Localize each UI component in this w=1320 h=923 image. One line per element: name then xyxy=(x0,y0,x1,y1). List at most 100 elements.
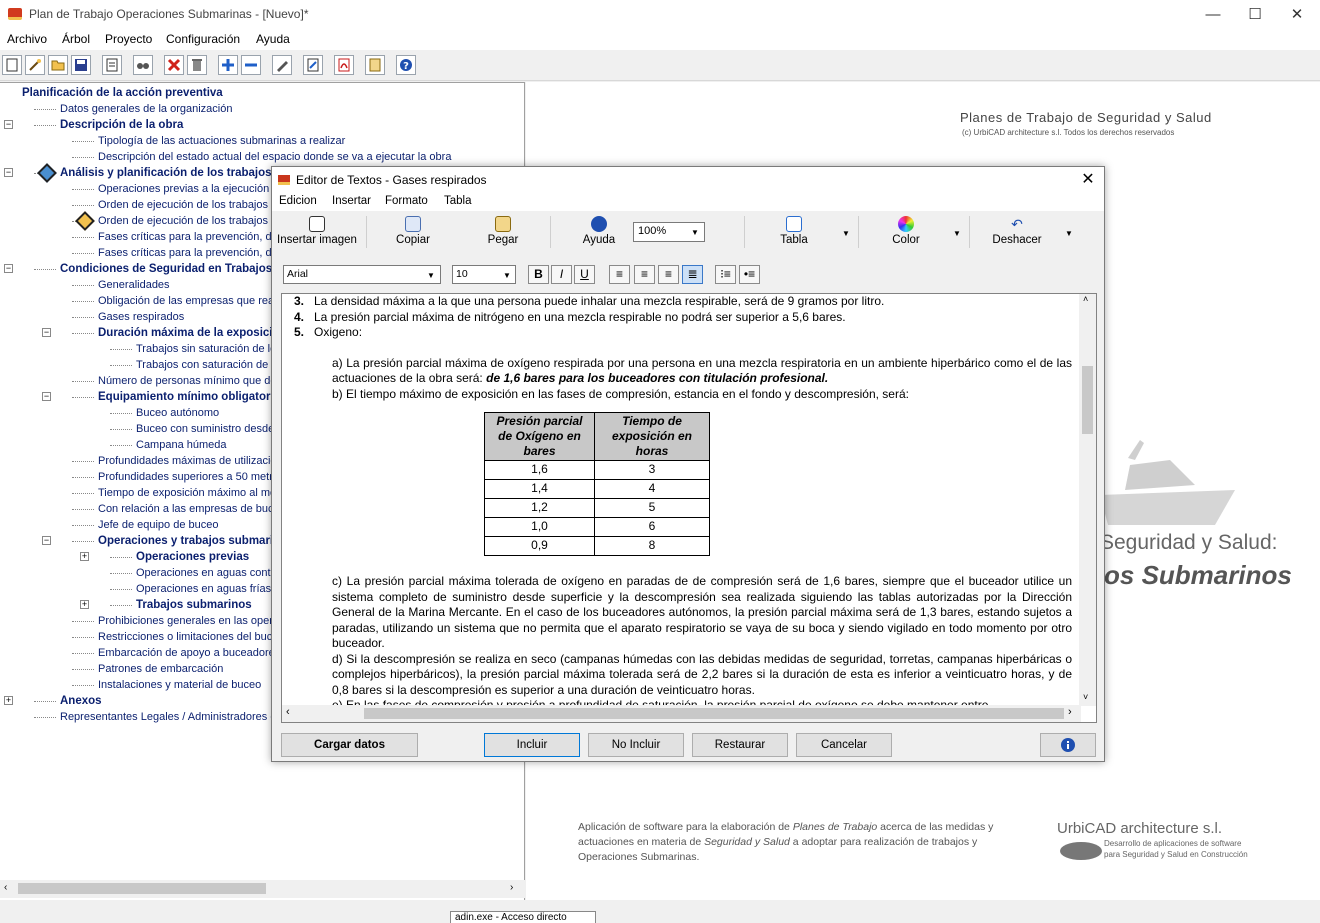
tree-item[interactable]: Fases críticas para la prevención, detal… xyxy=(98,245,298,261)
find-icon[interactable] xyxy=(133,55,153,75)
collapse-icon[interactable]: − xyxy=(4,168,13,177)
scroll-right-icon[interactable]: › xyxy=(1068,706,1072,718)
tree-item[interactable]: Operaciones y trabajos submarinos xyxy=(98,533,294,549)
size-dropdown-icon[interactable]: ▼ xyxy=(503,271,511,280)
font-dropdown-icon[interactable]: ▼ xyxy=(427,271,435,280)
tree-item[interactable]: Instalaciones y material de buceo xyxy=(98,677,261,693)
info-button[interactable] xyxy=(1040,733,1096,757)
tree-item[interactable]: Tiempo de exposición máximo al medio xyxy=(98,485,291,501)
edit-icon[interactable] xyxy=(272,55,292,75)
preview-icon[interactable] xyxy=(102,55,122,75)
tree-item[interactable]: Análisis y planificación de los trabajos xyxy=(60,165,272,181)
bullet-list-icon[interactable]: •≡ xyxy=(739,265,760,284)
maximize-button[interactable]: ☐ xyxy=(1232,0,1278,30)
collapse-icon[interactable]: − xyxy=(4,120,13,129)
menu-ayuda[interactable]: Ayuda xyxy=(256,32,290,46)
tree-item[interactable]: Planificación de la acción preventiva xyxy=(22,85,223,101)
delete-icon[interactable] xyxy=(164,55,184,75)
color-dropdown-icon[interactable]: ▼ xyxy=(953,229,961,238)
dialog-menu-tabla[interactable]: Tabla xyxy=(444,195,472,207)
editor-content[interactable]: 3. La densidad máxima a la que una person… xyxy=(290,294,1072,706)
table-dropdown-icon[interactable]: ▼ xyxy=(842,229,850,238)
tree-item[interactable]: Anexos xyxy=(60,693,102,709)
save-icon[interactable] xyxy=(71,55,91,75)
collapse-icon[interactable]: − xyxy=(42,392,51,401)
font-select[interactable]: Arial xyxy=(283,265,441,284)
table-button[interactable]: Tabla xyxy=(762,214,826,252)
tree-item[interactable]: Tipología de las actuaciones submarinas … xyxy=(98,133,345,149)
tree-item[interactable]: Embarcación de apoyo a buceadores xyxy=(98,645,280,661)
undo-dropdown-icon[interactable]: ▼ xyxy=(1065,229,1073,238)
exclude-button[interactable]: No Incluir xyxy=(588,733,684,757)
editor-horizontal-scrollbar[interactable]: ‹ › xyxy=(282,705,1081,722)
paste-button[interactable]: Pegar xyxy=(472,214,534,252)
tree-item[interactable]: Generalidades xyxy=(98,277,170,293)
collapse-icon[interactable]: − xyxy=(4,264,13,273)
expand-icon[interactable]: + xyxy=(80,600,89,609)
tree-item[interactable]: Campana húmeda xyxy=(136,437,227,453)
scroll-right-icon[interactable]: › xyxy=(510,882,513,893)
italic-button[interactable]: I xyxy=(551,265,572,284)
insert-image-button[interactable]: Insertar imagen xyxy=(274,214,360,252)
tree-item[interactable]: Patrones de embarcación xyxy=(98,661,223,677)
help-button[interactable]: Ayuda xyxy=(568,214,630,252)
undo-button[interactable]: ↶ Deshacer xyxy=(986,214,1048,252)
numbered-list-icon[interactable]: ⁝≡ xyxy=(715,265,736,284)
tree-item[interactable]: Con relación a las empresas de buceo xyxy=(98,501,286,517)
open-folder-icon[interactable] xyxy=(48,55,68,75)
dialog-menu-formato[interactable]: Formato xyxy=(385,195,428,207)
document-icon[interactable] xyxy=(365,55,385,75)
copy-button[interactable]: Copiar xyxy=(382,214,444,252)
align-justify-icon[interactable]: ≣ xyxy=(682,265,703,284)
scroll-thumb[interactable] xyxy=(1082,366,1093,434)
restore-button[interactable]: Restaurar xyxy=(692,733,788,757)
scroll-left-icon[interactable]: ‹ xyxy=(4,882,7,893)
tree-item[interactable]: Descripción del estado actual del espaci… xyxy=(98,149,451,165)
tree-item[interactable]: Buceo autónomo xyxy=(136,405,219,421)
scroll-up-icon[interactable]: ˄ xyxy=(1083,294,1088,304)
scroll-down-icon[interactable]: ˅ xyxy=(1083,692,1088,702)
wizard-icon[interactable] xyxy=(25,55,45,75)
tree-item[interactable]: Profundidades superiores a 50 metros xyxy=(98,469,285,485)
tree-item[interactable]: Representantes Legales / Administradores… xyxy=(60,709,276,725)
tree-item[interactable]: Jefe de equipo de buceo xyxy=(98,517,219,533)
dialog-menu-insertar[interactable]: Insertar xyxy=(332,195,371,207)
align-left-icon[interactable]: ≡ xyxy=(609,265,630,284)
dialog-menu-edicion[interactable]: Edicion xyxy=(279,195,317,207)
dialog-close-button[interactable]: ✕ xyxy=(1072,167,1104,193)
tree-item[interactable]: Operaciones en aguas frías xyxy=(136,581,271,597)
add-icon[interactable] xyxy=(218,55,238,75)
tree-item[interactable]: Gases respirados xyxy=(98,309,184,325)
menu-archivo[interactable]: Archivo xyxy=(7,32,47,46)
load-data-button[interactable]: Cargar datos xyxy=(281,733,418,757)
include-button[interactable]: Incluir xyxy=(484,733,580,757)
minimize-button[interactable]: — xyxy=(1190,0,1236,30)
bold-button[interactable]: B xyxy=(528,265,549,284)
expand-icon[interactable]: + xyxy=(80,552,89,561)
notes-icon[interactable] xyxy=(303,55,323,75)
tree-item[interactable]: Restricciones o limitaciones del buceo xyxy=(98,629,284,645)
color-button[interactable]: Color xyxy=(874,214,938,252)
tree-horizontal-scrollbar[interactable]: ‹ › xyxy=(0,880,525,898)
text-editor-area[interactable]: 3. La densidad máxima a la que una person… xyxy=(281,293,1097,723)
tree-item[interactable]: Descripción de la obra xyxy=(60,117,183,133)
remove-icon[interactable] xyxy=(241,55,261,75)
close-button[interactable]: ✕ xyxy=(1274,0,1320,30)
tree-item[interactable]: Profundidades máximas de utilización xyxy=(98,453,283,469)
collapse-icon[interactable]: − xyxy=(42,328,51,337)
help-icon[interactable]: ? xyxy=(396,55,416,75)
collapse-icon[interactable]: − xyxy=(42,536,51,545)
scroll-thumb[interactable] xyxy=(18,883,266,894)
pdf-icon[interactable] xyxy=(334,55,354,75)
cancel-button[interactable]: Cancelar xyxy=(796,733,892,757)
align-center-icon[interactable]: ≡ xyxy=(658,265,679,284)
menu-configuracion[interactable]: Configuración xyxy=(166,32,240,46)
tree-item[interactable]: Duración máxima de la exposición xyxy=(98,325,287,341)
trash-icon[interactable] xyxy=(187,55,207,75)
expand-icon[interactable]: + xyxy=(4,696,13,705)
scroll-thumb[interactable] xyxy=(364,708,1064,719)
new-doc-icon[interactable] xyxy=(2,55,22,75)
tree-item[interactable]: Equipamiento mínimo obligatorio xyxy=(98,389,281,405)
underline-button[interactable]: U xyxy=(574,265,595,284)
menu-proyecto[interactable]: Proyecto xyxy=(105,32,152,46)
